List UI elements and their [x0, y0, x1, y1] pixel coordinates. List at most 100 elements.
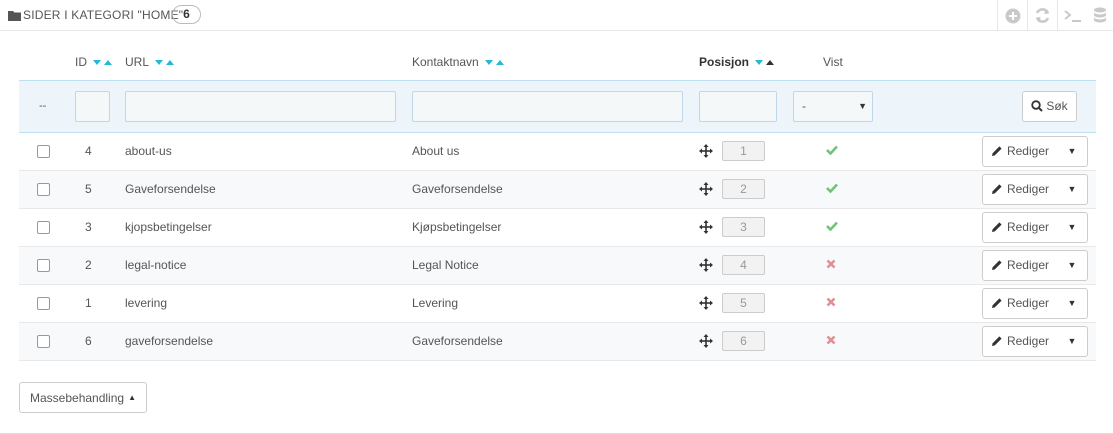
cross-icon[interactable]	[826, 335, 836, 345]
row-id: 6	[85, 334, 92, 348]
edit-dropdown-toggle[interactable]: ▼	[1057, 251, 1087, 280]
position-value: 6	[722, 331, 765, 351]
table-body: 4 about-us About us 1 Rediger ▼ 5 Gaveforsendel…	[19, 132, 1096, 361]
filter-url-input[interactable]	[125, 90, 396, 122]
filter-contact-input[interactable]	[412, 90, 683, 122]
cross-icon[interactable]	[826, 259, 836, 269]
row-id: 3	[85, 220, 92, 234]
search-icon	[1031, 100, 1044, 112]
position-value: 2	[722, 179, 765, 199]
edit-dropdown-toggle[interactable]: ▼	[1057, 137, 1087, 166]
edit-dropdown-toggle[interactable]: ▼	[1057, 327, 1087, 356]
drag-handle-icon[interactable]	[699, 182, 713, 196]
table-row[interactable]: 4 about-us About us 1 Rediger ▼	[19, 132, 1096, 171]
filter-row: -- - ▼ Søk	[19, 79, 1096, 133]
edit-button-group: Rediger ▼	[981, 211, 1088, 243]
drag-handle-icon[interactable]	[699, 144, 713, 158]
chevron-down-icon: ▼	[1067, 298, 1077, 308]
edit-button[interactable]: Rediger	[983, 213, 1057, 242]
drag-handle-icon[interactable]	[699, 296, 713, 310]
row-url: about-us	[125, 144, 172, 158]
add-icon	[1005, 8, 1020, 23]
row-id: 4	[85, 144, 92, 158]
sql-manager-button[interactable]	[1057, 0, 1087, 31]
row-url: legal-notice	[125, 258, 187, 272]
edit-button[interactable]: Rediger	[983, 251, 1057, 280]
row-contact-name: Legal Notice	[412, 258, 479, 272]
chevron-down-icon: ▼	[858, 100, 867, 111]
row-contact-name: Levering	[412, 296, 459, 310]
table-row[interactable]: 1 levering Levering 5 Rediger ▼	[19, 284, 1096, 323]
row-checkbox[interactable]	[37, 259, 50, 273]
drag-handle-icon[interactable]	[699, 258, 713, 272]
check-icon[interactable]	[826, 145, 838, 156]
filter-dash: --	[39, 100, 47, 112]
row-contact-name: Gaveforsendelse	[412, 182, 503, 196]
row-checkbox[interactable]	[37, 297, 50, 311]
refresh-button[interactable]	[1027, 0, 1057, 31]
pencil-icon	[991, 336, 1002, 346]
column-header-position: Posisjon	[699, 44, 793, 80]
row-checkbox[interactable]	[37, 335, 50, 349]
filter-position-input[interactable]	[699, 90, 777, 122]
row-id: 2	[85, 258, 92, 272]
column-header-url: URL	[125, 44, 412, 80]
row-url: gaveforsendelse	[125, 334, 214, 348]
check-icon[interactable]	[826, 183, 838, 194]
edit-dropdown-toggle[interactable]: ▼	[1057, 289, 1087, 318]
sql-query-icon	[1063, 9, 1081, 22]
edit-button-group: Rediger ▼	[981, 287, 1088, 319]
edit-button-group: Rediger ▼	[981, 249, 1088, 281]
table-header-row: ID URL Kontaktnavn Posisjon Vist	[19, 44, 1096, 80]
export-button[interactable]	[1087, 0, 1113, 31]
pencil-icon	[991, 184, 1002, 194]
table-row[interactable]: 3 kjopsbetingelser Kjøpsbetingelser 3 Redige…	[19, 208, 1096, 247]
edit-button[interactable]: Rediger	[983, 137, 1057, 166]
sort-arrows-icon[interactable]	[154, 59, 175, 66]
cross-icon[interactable]	[826, 297, 836, 307]
edit-button[interactable]: Rediger	[983, 327, 1057, 356]
row-id: 1	[85, 296, 92, 310]
edit-dropdown-toggle[interactable]: ▼	[1057, 213, 1087, 242]
column-header-id: ID	[75, 44, 125, 80]
row-checkbox[interactable]	[37, 183, 50, 197]
column-header-contact: Kontaktnavn	[412, 44, 699, 80]
pencil-icon	[991, 260, 1002, 270]
row-url: levering	[125, 296, 168, 310]
bulk-actions-button[interactable]: Massebehandling ▲	[19, 382, 147, 413]
table-row[interactable]: 6 gaveforsendelse Gaveforsendelse 6 Rediger ▼	[19, 322, 1096, 361]
search-button[interactable]: Søk	[1022, 90, 1077, 122]
row-checkbox[interactable]	[37, 145, 50, 159]
sort-arrows-icon[interactable]	[485, 59, 505, 66]
filter-shown-select[interactable]: - ▼	[793, 90, 873, 122]
add-new-button[interactable]	[997, 0, 1027, 31]
pencil-icon	[991, 222, 1002, 232]
refresh-icon	[1035, 8, 1050, 23]
caret-up-icon: ▲	[128, 393, 136, 402]
sort-arrows-icon[interactable]	[755, 59, 775, 66]
check-icon[interactable]	[826, 221, 838, 232]
table-row[interactable]: 5 Gaveforsendelse Gaveforsendelse 2 Rediger ▼	[19, 170, 1096, 209]
folder-icon	[8, 11, 21, 21]
row-url: kjopsbetingelser	[125, 220, 212, 234]
sort-arrows-icon[interactable]	[93, 59, 113, 66]
edit-button[interactable]: Rediger	[983, 289, 1057, 318]
row-checkbox[interactable]	[37, 221, 50, 235]
row-id: 5	[85, 182, 92, 196]
table-row[interactable]: 2 legal-notice Legal Notice 4 Rediger ▼	[19, 246, 1096, 285]
database-icon	[1094, 7, 1106, 23]
position-value: 4	[722, 255, 765, 275]
drag-handle-icon[interactable]	[699, 220, 713, 234]
panel-heading: Sider i kategori "Home" 6	[0, 0, 1113, 31]
drag-handle-icon[interactable]	[699, 334, 713, 348]
edit-button-group: Rediger ▼	[981, 135, 1088, 167]
edit-dropdown-toggle[interactable]: ▼	[1057, 175, 1087, 204]
chevron-down-icon: ▼	[1067, 146, 1077, 156]
column-header-shown: Vist	[823, 54, 843, 69]
chevron-down-icon: ▼	[1067, 336, 1077, 346]
filter-id-input[interactable]	[75, 90, 110, 122]
edit-button[interactable]: Rediger	[983, 175, 1057, 204]
chevron-down-icon: ▼	[1067, 222, 1077, 232]
cms-pages-panel: Sider i kategori "Home" 6	[0, 0, 1113, 434]
edit-button-group: Rediger ▼	[981, 325, 1088, 357]
